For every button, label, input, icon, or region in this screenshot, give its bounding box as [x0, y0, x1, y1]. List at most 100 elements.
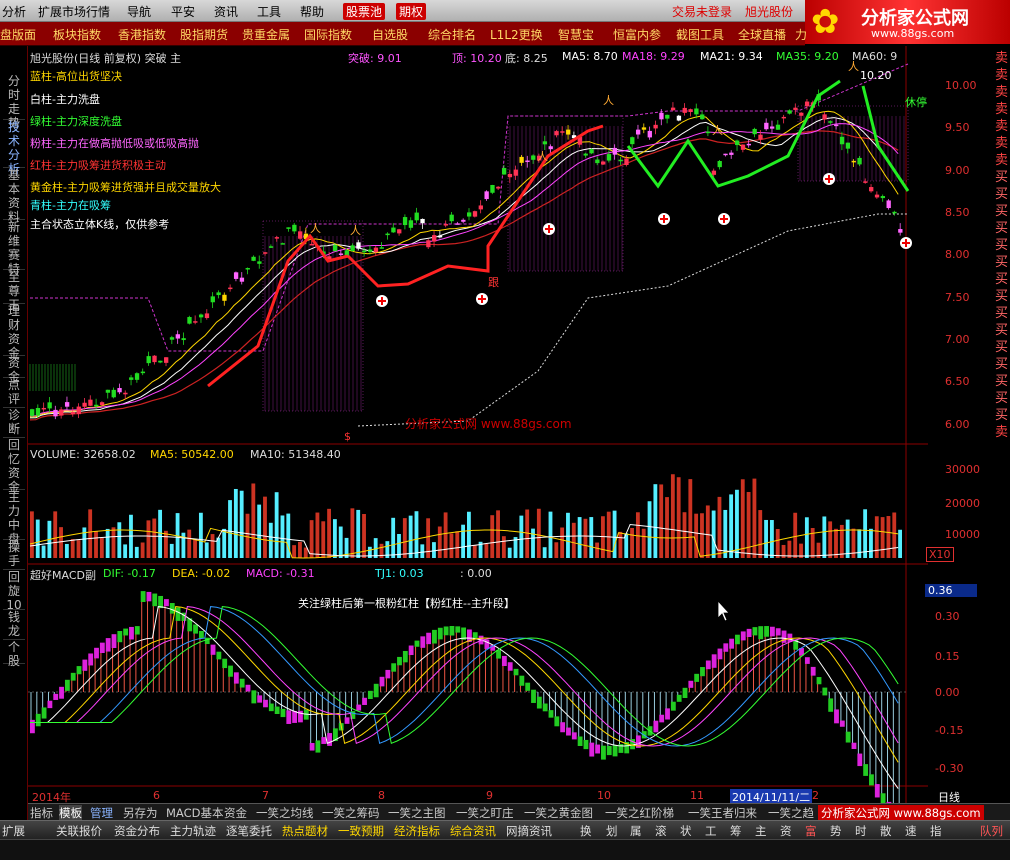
- bottom-item[interactable]: 经济指标: [394, 823, 440, 839]
- macd-kline-body: [816, 677, 822, 685]
- bottom-tab[interactable]: 一笑之盯庄: [456, 805, 514, 821]
- volume-bar: [449, 533, 454, 558]
- macd-kline-body: [414, 640, 420, 647]
- left-tab[interactable]: 钱龙: [3, 610, 25, 640]
- quick-item[interactable]: 截图工具: [676, 26, 724, 43]
- volume-bar: [531, 528, 535, 558]
- volume-bar: [630, 527, 634, 558]
- bottom-tab[interactable]: 指标: [30, 805, 53, 821]
- volume-bar: [560, 527, 565, 558]
- bottom-item[interactable]: 扩展: [2, 823, 25, 839]
- bottom-item[interactable]: 指: [930, 823, 942, 839]
- bottom-item[interactable]: 势: [830, 823, 842, 839]
- bottom-tab[interactable]: 一笑之趋: [768, 805, 814, 821]
- macd-kline-body: [274, 706, 280, 715]
- bottom-item[interactable]: 速: [905, 823, 917, 839]
- login-status[interactable]: 交易未登录: [672, 3, 732, 20]
- quick-item[interactable]: 全球直播: [738, 26, 786, 43]
- bottom-item[interactable]: 热点题材: [282, 823, 328, 839]
- y-tick-macd: 0.15: [935, 650, 960, 663]
- left-tab[interactable]: 资金: [3, 356, 25, 384]
- bottom-item[interactable]: 关联报价: [56, 823, 102, 839]
- bottom-tab[interactable]: 资金: [224, 805, 247, 821]
- bottom-tab[interactable]: 另存为: [123, 805, 158, 821]
- menu-item-tools[interactable]: 工具: [257, 3, 281, 20]
- bottom-item[interactable]: 主力轨迹: [170, 823, 216, 839]
- bottom-item[interactable]: 状: [680, 823, 692, 839]
- bottom-item[interactable]: 滚: [655, 823, 667, 839]
- runner-icon: 人: [712, 124, 723, 137]
- bottom-item[interactable]: 队列: [980, 823, 1003, 839]
- bottom-tab[interactable]: 一笑之红阶梯: [605, 805, 674, 821]
- bottom-tab[interactable]: 一笑之筹码: [322, 805, 380, 821]
- volume-bar: [653, 484, 658, 558]
- bottom-item[interactable]: 综合资讯: [450, 823, 496, 839]
- quick-item[interactable]: 自选股: [372, 26, 408, 43]
- bottom-item[interactable]: 逐笔委托: [226, 823, 272, 839]
- left-tab[interactable]: 分时走势: [3, 74, 25, 130]
- left-tab[interactable]: 点评: [3, 378, 25, 408]
- bottom-item[interactable]: 工: [705, 823, 717, 839]
- tab-options[interactable]: 期权: [396, 3, 427, 20]
- bottom-item[interactable]: 网摘资讯: [506, 823, 552, 839]
- bottom-item[interactable]: 主: [755, 823, 767, 839]
- quick-item[interactable]: 力: [795, 26, 807, 43]
- left-tab[interactable]: 基本资料: [3, 168, 25, 224]
- bottom-tab[interactable]: 一笑之主图: [388, 805, 446, 821]
- quick-item[interactable]: 国际指数: [304, 26, 352, 43]
- macd-kline-body: [839, 720, 845, 727]
- menu-item-help[interactable]: 帮助: [300, 3, 324, 20]
- quick-item[interactable]: 香港指数: [118, 26, 166, 43]
- quick-item[interactable]: 板块指数: [53, 26, 101, 43]
- volume-bar: [472, 545, 477, 558]
- menu-item-ext-market[interactable]: 扩展市场行情: [38, 3, 110, 20]
- quick-item[interactable]: L1L2更换: [490, 26, 543, 43]
- volume-bar: [676, 477, 681, 558]
- candle-body: [146, 356, 151, 364]
- bottom-tab[interactable]: 管理: [90, 805, 113, 821]
- bottom-tab[interactable]: 一笑王者归来: [688, 805, 757, 821]
- bottom-tab[interactable]: 模板: [59, 805, 82, 821]
- left-tab[interactable]: 诊断: [3, 408, 25, 438]
- tab-stock-pool[interactable]: 股票池: [343, 3, 386, 20]
- bottom-item[interactable]: 散: [880, 823, 892, 839]
- left-tab[interactable]: 主力中盘: [3, 490, 25, 546]
- quick-item[interactable]: 贵重金属: [242, 26, 290, 43]
- left-tab[interactable]: 至尊王: [3, 270, 25, 312]
- current-stock-name: 旭光股份: [745, 5, 794, 19]
- quick-item[interactable]: 综合排名: [428, 26, 476, 43]
- bottom-item[interactable]: 富: [805, 823, 817, 839]
- trade-signal: 买: [994, 374, 1008, 389]
- bottom-item[interactable]: 资: [780, 823, 792, 839]
- left-tab[interactable]: 新维赛特: [3, 220, 25, 276]
- left-tab[interactable]: 个股: [3, 640, 25, 668]
- volume-bar: [618, 531, 623, 558]
- bottom-item[interactable]: 换: [580, 823, 592, 839]
- bottom-item[interactable]: 一致预期: [338, 823, 384, 839]
- bottom-item[interactable]: 属: [630, 823, 642, 839]
- bottom-item[interactable]: 筹: [730, 823, 742, 839]
- menu-item-news[interactable]: 资讯: [214, 3, 238, 20]
- left-tab[interactable]: 回旋10: [3, 570, 25, 612]
- menu-item-analysis[interactable]: 分析: [2, 3, 26, 20]
- bottom-tab[interactable]: 一笑之黄金图: [524, 805, 593, 821]
- bottom-item[interactable]: 时: [855, 823, 867, 839]
- quick-item[interactable]: 恒富内参: [613, 26, 661, 43]
- menu-item-pingan[interactable]: 平安: [171, 3, 195, 20]
- left-tab[interactable]: 回忆资金: [3, 438, 25, 494]
- mouse-cursor-icon: [717, 599, 730, 622]
- candle-body: [298, 231, 303, 239]
- menu-item-nav[interactable]: 导航: [127, 3, 151, 20]
- candle-body: [822, 114, 827, 120]
- quick-item[interactable]: 盘版面: [0, 26, 36, 43]
- bottom-tab[interactable]: MACD基本: [166, 805, 223, 821]
- left-tab[interactable]: 理财资金: [3, 304, 25, 360]
- bottom-item[interactable]: 资金分布: [114, 823, 160, 839]
- left-tab[interactable]: 技术分析: [3, 120, 25, 176]
- left-tab[interactable]: 操手: [3, 540, 25, 570]
- bottom-tab[interactable]: 一笑之均线: [256, 805, 314, 821]
- bottom-item[interactable]: 划: [606, 823, 618, 839]
- quick-item[interactable]: 股指期货: [180, 26, 228, 43]
- quick-item[interactable]: 智慧宝: [558, 26, 594, 43]
- candle-body: [408, 220, 414, 228]
